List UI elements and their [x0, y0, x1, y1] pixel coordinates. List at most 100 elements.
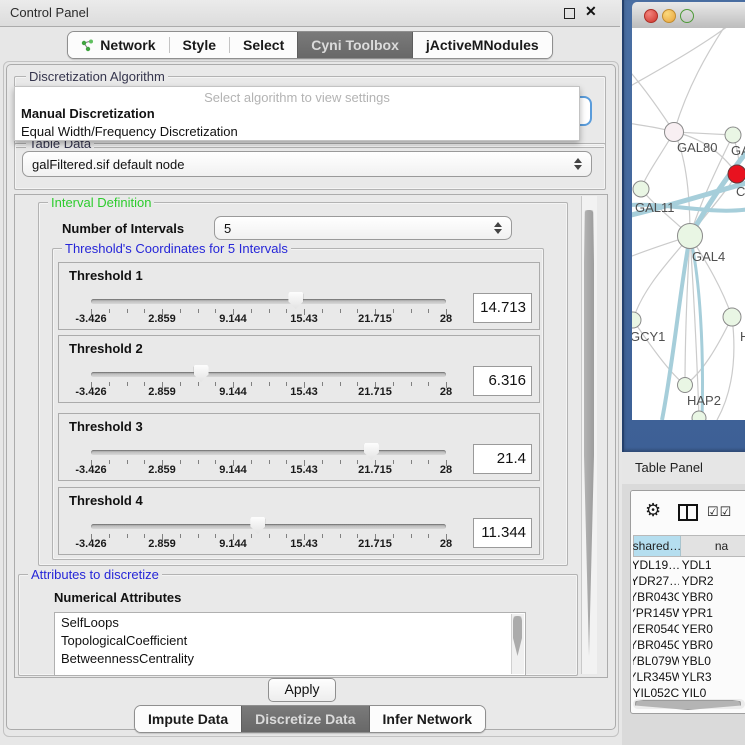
zoom-traffic-icon[interactable]: [680, 9, 694, 23]
table-row[interactable]: YDL19…YDL1: [633, 557, 745, 573]
tab-cyni-toolbox[interactable]: Cyni Toolbox: [297, 32, 413, 58]
threshold-label: Threshold 1: [69, 268, 143, 283]
slider-tick: [251, 460, 252, 464]
network-node-c[interactable]: [728, 165, 745, 183]
threshold-group-title: Threshold's Coordinates for 5 Intervals: [62, 241, 291, 256]
combobox-arrows-icon[interactable]: [574, 158, 582, 170]
network-node-label: GAL80: [677, 140, 717, 155]
cell-shared-name[interactable]: YBR045C: [633, 637, 679, 653]
close-traffic-icon[interactable]: [644, 9, 658, 23]
cell-name[interactable]: YPR1: [679, 605, 745, 621]
table-row[interactable]: YDR27…YDR2: [633, 573, 745, 589]
network-view[interactable]: GAL80GACGAL11GAL4GCY1HHAP2: [632, 28, 745, 420]
slider-track[interactable]: [91, 450, 446, 455]
settings-vertical-scrollbar[interactable]: [581, 196, 597, 674]
gear-icon[interactable]: ⚙: [645, 500, 661, 521]
network-edge: [685, 317, 732, 385]
num-intervals-spinner[interactable]: 5: [214, 216, 512, 240]
slider-track[interactable]: [91, 524, 446, 529]
slider-thumb[interactable]: [250, 517, 265, 534]
column-header-name[interactable]: na: [681, 536, 745, 556]
attribute-list-item[interactable]: BetweennessCentrality: [55, 649, 525, 667]
cell-shared-name[interactable]: YER054C: [633, 621, 679, 637]
network-edge: [632, 68, 674, 132]
close-panel-icon[interactable]: ✕: [585, 3, 597, 20]
attribute-list-item[interactable]: SelfLoops: [55, 613, 525, 631]
cell-name[interactable]: YBR0: [679, 637, 745, 653]
tab-label: Impute Data: [148, 711, 228, 727]
table-row[interactable]: YPR145WYPR1: [633, 605, 745, 621]
slider-scale-label: 9.144: [219, 386, 247, 398]
split-pane-icon[interactable]: [678, 504, 698, 521]
network-node-h[interactable]: [723, 308, 741, 326]
network-graph: GAL80GACGAL11GAL4GCY1HHAP2: [632, 28, 745, 420]
tab-network[interactable]: Network: [68, 32, 168, 58]
network-node-gal4[interactable]: [678, 224, 703, 249]
cell-shared-name[interactable]: YDR27…: [633, 573, 679, 589]
cell-shared-name[interactable]: YBR043C: [633, 589, 679, 605]
table-row[interactable]: YBL079WYBL0: [633, 653, 745, 669]
threshold-panel-1: Threshold 1-3.4262.8599.14415.4321.71528…: [58, 262, 540, 330]
threshold-label: Threshold 2: [69, 341, 143, 356]
attributes-scrollbar[interactable]: [511, 614, 524, 674]
table-data-combobox[interactable]: galFiltered.sif default node: [22, 151, 592, 177]
threshold-value-field[interactable]: 21.4: [473, 444, 532, 474]
algorithm-option-equal-width[interactable]: Equal Width/Frequency Discretization: [15, 123, 579, 141]
table-panel-header: Table Panel: [622, 452, 745, 485]
tab-label: Discretize Data: [255, 711, 355, 727]
slider-scale-label: -3.426: [75, 313, 106, 325]
cell-name[interactable]: YDL1: [679, 557, 745, 573]
numerical-attributes-list[interactable]: SelfLoopsTopologicalCoefficientBetweenne…: [54, 612, 526, 676]
table-row[interactable]: YBR043CYBR0: [633, 589, 745, 605]
bottom-tab-impute-data[interactable]: Impute Data: [135, 706, 241, 732]
slider-tick: [269, 534, 270, 538]
slider-thumb[interactable]: [194, 365, 209, 382]
table-row[interactable]: YLR345WYLR3: [633, 669, 745, 685]
cell-name[interactable]: YDR2: [679, 573, 745, 589]
cell-shared-name[interactable]: YPR145W: [633, 605, 679, 621]
bottom-tab-discretize-data[interactable]: Discretize Data: [241, 706, 369, 732]
slider-scale-label: 2.859: [148, 386, 176, 398]
tab-label: Select: [243, 37, 284, 53]
threshold-value-field[interactable]: 14.713: [473, 293, 532, 323]
minimize-traffic-icon[interactable]: [662, 9, 676, 23]
network-node-gal80[interactable]: [665, 123, 684, 142]
checkbox-icons[interactable]: ☑☑: [707, 504, 732, 520]
network-node-gal11[interactable]: [633, 181, 649, 197]
slider-scale-label: 21.715: [358, 386, 392, 398]
threshold-value-field[interactable]: 11.344: [473, 518, 532, 548]
apply-button[interactable]: Apply: [268, 678, 336, 702]
cell-shared-name[interactable]: YBL079W: [633, 653, 679, 669]
slider-track[interactable]: [91, 299, 446, 304]
spinner-arrows-icon[interactable]: [494, 222, 502, 234]
node-table[interactable]: shared… na YDL19…YDL1YDR27…YDR2YBR043CYB…: [633, 535, 745, 701]
network-node-hap2[interactable]: [678, 378, 693, 393]
cell-shared-name[interactable]: YLR345W: [633, 669, 679, 685]
cell-name[interactable]: YER0: [679, 621, 745, 637]
cell-name[interactable]: YLR3: [679, 669, 745, 685]
network-node[interactable]: [692, 411, 706, 420]
cell-name[interactable]: YBR0: [679, 589, 745, 605]
table-row[interactable]: YER054CYER0: [633, 621, 745, 637]
attribute-list-item[interactable]: TopologicalCoefficient: [55, 631, 525, 649]
table-row[interactable]: YBR045CYBR0: [633, 637, 745, 653]
tab-select[interactable]: Select: [230, 32, 297, 58]
float-panel-icon[interactable]: [564, 8, 575, 19]
cell-shared-name[interactable]: YDL19…: [633, 557, 679, 573]
bottom-tab-infer-network[interactable]: Infer Network: [370, 706, 485, 732]
slider-tick: [393, 534, 394, 538]
tab-style[interactable]: Style: [170, 32, 229, 58]
network-node-ga[interactable]: [725, 127, 741, 143]
table-horizontal-scrollbar[interactable]: [633, 699, 745, 709]
threshold-value-field[interactable]: 6.316: [473, 366, 532, 396]
column-header-shared[interactable]: shared…: [634, 536, 681, 556]
network-node-gcy1[interactable]: [632, 312, 641, 328]
algorithm-option-manual[interactable]: Manual Discretization: [15, 105, 579, 123]
slider-thumb[interactable]: [364, 443, 379, 460]
table-panel-title: Table Panel: [635, 460, 703, 475]
cell-name[interactable]: YBL0: [679, 653, 745, 669]
slider-track[interactable]: [91, 372, 446, 377]
network-window-titlebar[interactable]: [632, 2, 745, 29]
tab-jactivemnodules[interactable]: jActiveMNodules: [413, 32, 552, 58]
slider-thumb[interactable]: [288, 292, 303, 309]
